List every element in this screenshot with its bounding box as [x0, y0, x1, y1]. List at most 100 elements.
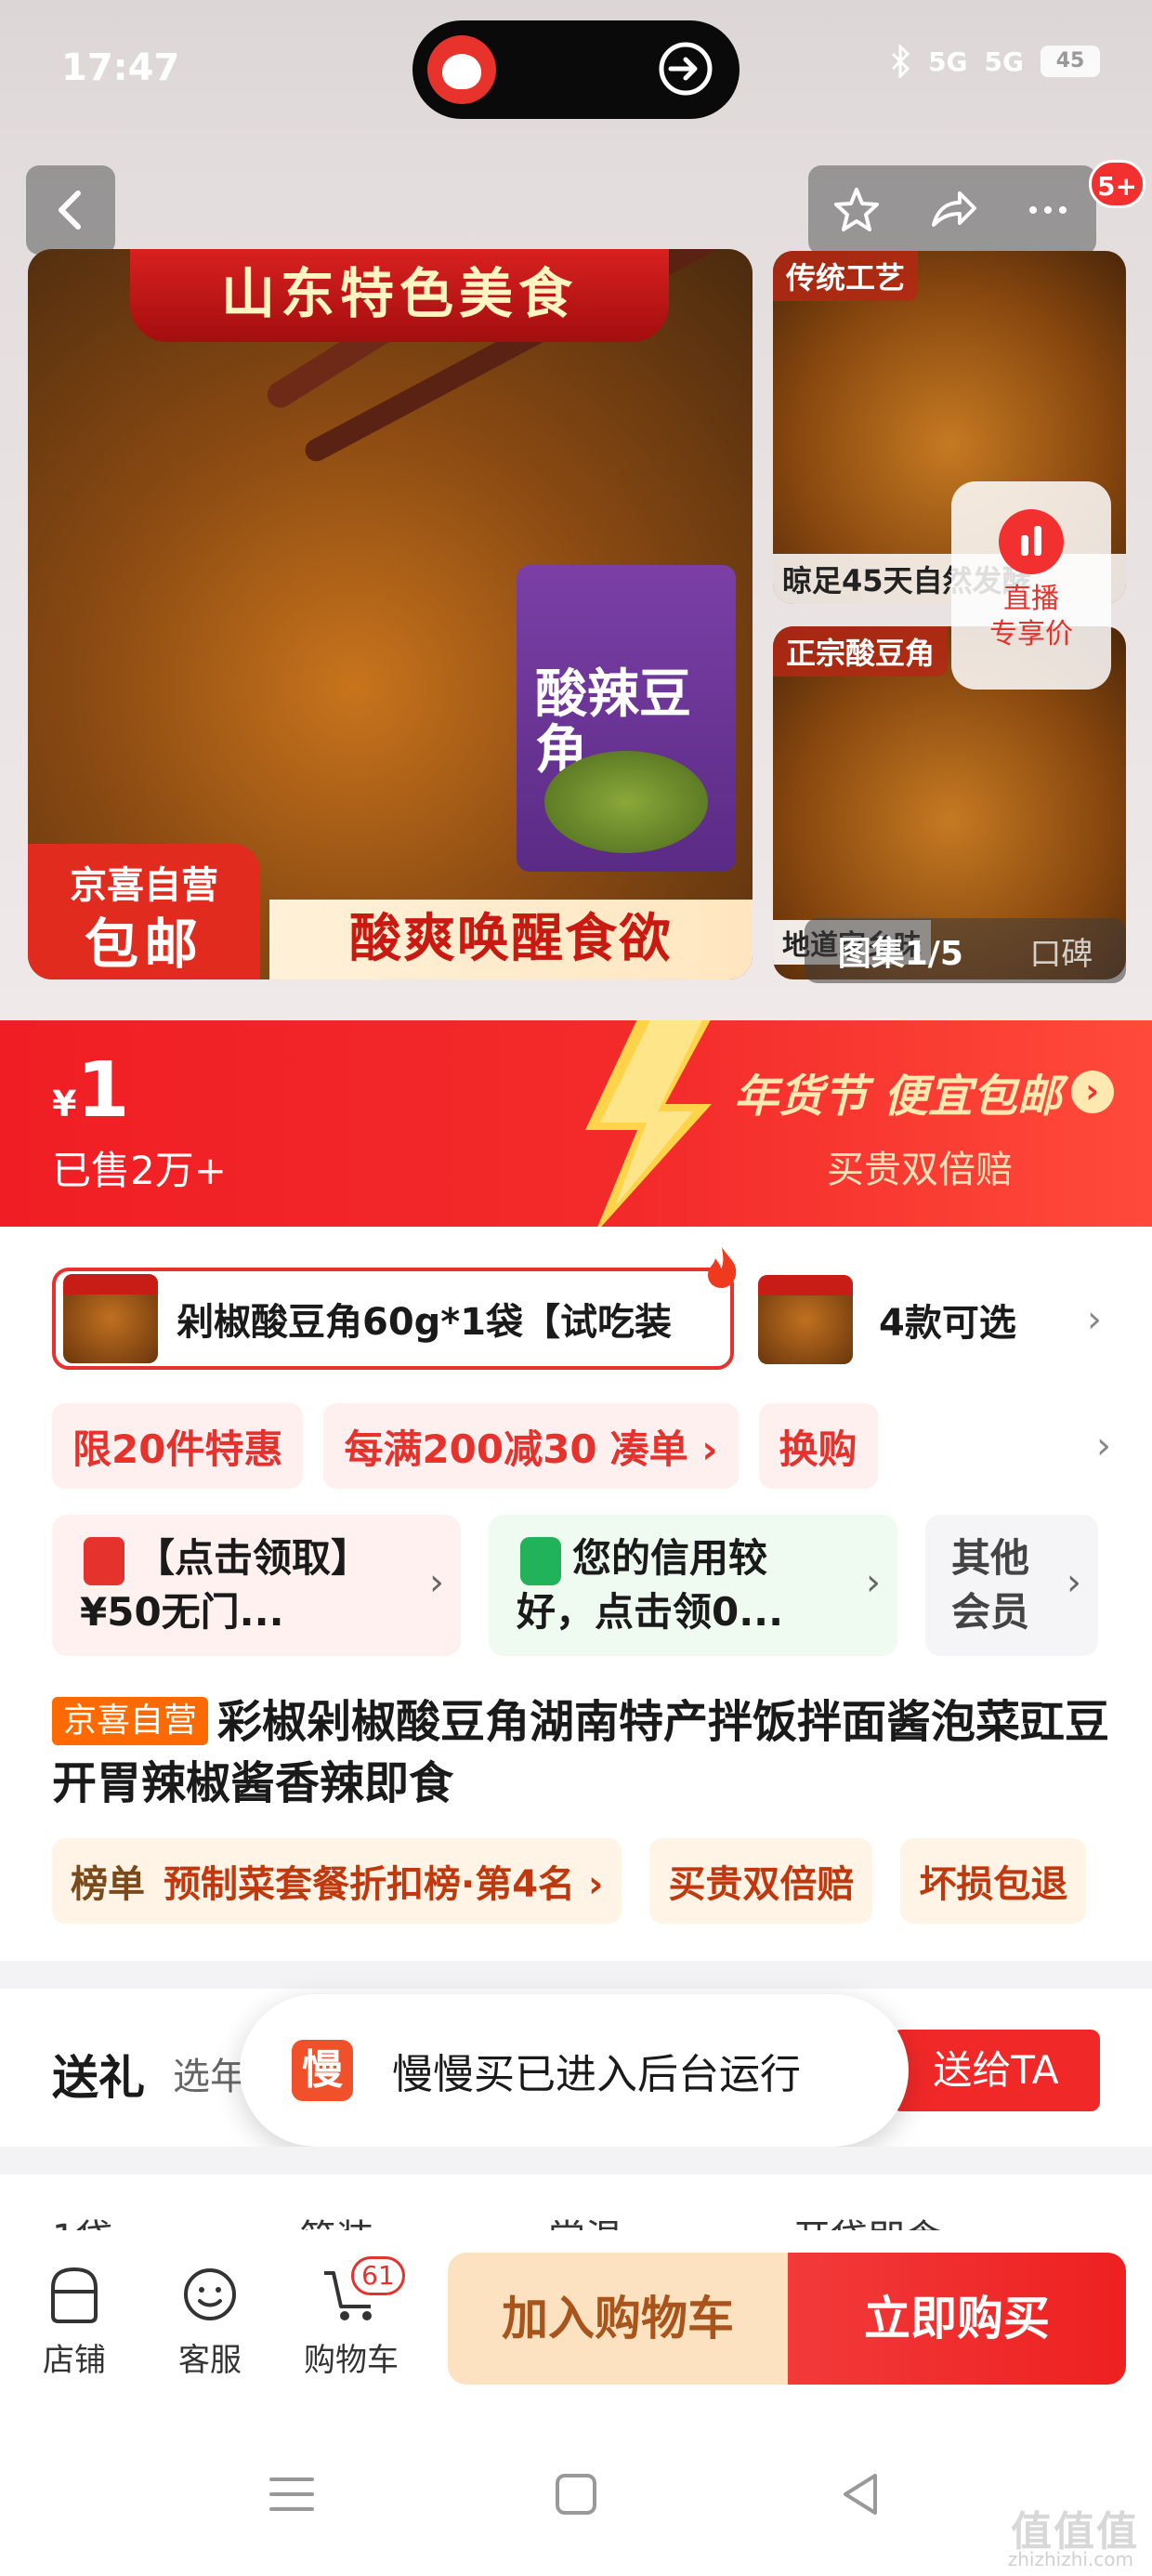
package-photo: [544, 751, 708, 853]
chevron-right-icon: ›: [1067, 1561, 1081, 1604]
chevron-right-icon[interactable]: ›: [1096, 1425, 1111, 1467]
share-icon[interactable]: [926, 184, 978, 236]
self-operated-free-shipping-tag: 京喜自营 包邮: [28, 844, 260, 979]
coupon-card-credit[interactable]: 您的信用较好，点击领0... ›: [489, 1515, 897, 1656]
chip-label: 换购: [779, 1426, 857, 1472]
chevron-right-icon: ›: [429, 1561, 444, 1604]
buy-now-button[interactable]: 立即购买: [788, 2253, 1126, 2385]
service-label: 客服: [178, 2342, 242, 2379]
variant-thumbnail: [63, 1274, 158, 1363]
lightning-bolt-icon: [585, 1020, 712, 1227]
chip-label: 限20件特惠: [72, 1426, 283, 1472]
back-button[interactable]: [26, 165, 115, 255]
gallery-switcher: 图集1/5 口碑: [805, 918, 1126, 983]
shop-label: 店铺: [43, 2342, 106, 2379]
price-value: 1: [76, 1046, 130, 1135]
more-icon[interactable]: [1022, 184, 1074, 236]
shop-icon: [51, 2267, 98, 2323]
top-action-group: [808, 165, 1096, 255]
coupon-text: 您的信用较好，点击领0...: [517, 1535, 784, 1635]
send-gift-button[interactable]: 送给TA: [892, 2030, 1100, 2111]
sold-count: 已售2万+: [52, 1148, 227, 1193]
rank-value: 预制菜套餐折扣榜·第4名 ›: [164, 1863, 604, 1906]
review-tab[interactable]: 口碑: [1029, 928, 1093, 974]
chevron-right-icon: ›: [866, 1561, 881, 1604]
main-image-slogan: 酸爽唤醒食欲: [269, 900, 753, 979]
tag-line-2: 包邮: [84, 913, 203, 976]
selected-variant[interactable]: 剁椒酸豆角60g*1袋【试吃装: [52, 1268, 734, 1370]
live-stream-button[interactable]: 直播 专享价: [951, 481, 1111, 690]
menu-icon[interactable]: [264, 2466, 320, 2522]
home-square-icon[interactable]: [548, 2466, 604, 2522]
jd-mascot-icon: [427, 35, 496, 104]
coupon-text: 【点击领取】¥50无门...: [80, 1535, 371, 1635]
bottom-action-bar: 店铺 客服 61 购物车 加入购物车 立即购买: [0, 2230, 1152, 2412]
customer-service-button[interactable]: 客服: [154, 2262, 266, 2380]
chip-label: 买贵双倍赔: [668, 1863, 855, 1906]
price-bar: ¥1 已售2万+ 年货节 便宜包邮 › 买贵双倍赔: [0, 1020, 1152, 1227]
status-icons: 5G 5G 45: [889, 45, 1100, 78]
dynamic-island[interactable]: [412, 20, 740, 119]
damage-return-chip[interactable]: 坏损包退: [900, 1838, 1087, 1924]
main-product-image[interactable]: 山东特色美食 酸辣豆角 京喜自营 包邮 酸爽唤醒食欲: [28, 249, 753, 979]
rank-row: 榜单 预制菜套餐折扣榜·第4名 › 买贵双倍赔 坏损包退: [52, 1838, 1152, 1924]
section-divider: [0, 1961, 1152, 1989]
thumbnail-label: 传统工艺: [773, 251, 919, 301]
promotion-row: 限20件特惠 每满200减30 凑单 › 换购 ›: [52, 1403, 1111, 1489]
variant-thumbnail: [758, 1275, 853, 1364]
self-operated-tag: 京喜自营: [52, 1697, 209, 1745]
message-badge: 5+: [1089, 160, 1145, 208]
ranking-chip[interactable]: 榜单 预制菜套餐折扣榜·第4名 ›: [52, 1838, 622, 1924]
cart-count-badge: 61: [351, 2256, 405, 2295]
signal-2: 5G: [984, 46, 1024, 77]
gather-order-link[interactable]: 凑单 ›: [610, 1418, 718, 1475]
star-icon[interactable]: [831, 184, 883, 236]
gift-title: 送礼: [52, 2051, 145, 2105]
live-price-label: 专享价: [989, 618, 1073, 651]
signal-1: 5G: [928, 46, 968, 77]
rank-key: 榜单: [71, 1863, 145, 1906]
system-navigation-bar: 值值值 zhizhizhi.com: [0, 2412, 1152, 2576]
album-counter[interactable]: 图集1/5: [838, 927, 963, 975]
toast-message: 慢慢买已进入后台运行: [392, 2051, 801, 2098]
thumbnail-label: 正宗酸豆角: [773, 626, 949, 677]
shop-button[interactable]: 店铺: [19, 2262, 130, 2380]
login-arrow-icon: [659, 42, 713, 96]
watermark-url: zhizhizhi.com: [1007, 2548, 1133, 2570]
gift-subtitle: 选年: [173, 2056, 247, 2098]
chevron-right-icon: ›: [1070, 1071, 1114, 1113]
chat-smile-icon: [184, 2268, 236, 2320]
live-bars-icon: [999, 509, 1064, 574]
product-title: 京喜自营 彩椒剁椒酸豆角湖南特产拌饭拌面酱泡菜豇豆开胃辣椒酱香辣即食: [52, 1691, 1111, 1814]
chip-label: 坏损包退: [919, 1863, 1068, 1906]
coupon-text: 其他会员: [951, 1535, 1030, 1635]
festival-promo-link[interactable]: 年货节 便宜包邮 ›: [734, 1059, 1114, 1124]
currency-symbol: ¥: [52, 1084, 77, 1124]
section-divider: [0, 2147, 1152, 2175]
manmanmai-app-icon: 慢: [292, 2040, 353, 2101]
status-time: 17:47: [61, 46, 180, 89]
background-run-toast: 慢 慢慢买已进入后台运行: [240, 1994, 909, 2147]
coupon-row: 【点击领取】¥50无门... › 您的信用较好，点击领0... › 其他会员 ›: [52, 1515, 1111, 1656]
product-gallery: 5+ 山东特色美食 酸辣豆角 京喜自营 包邮 酸爽唤醒食欲 传统工艺 晾足45天…: [0, 139, 1152, 1020]
live-label: 直播: [1003, 583, 1059, 615]
discount-promo-chip[interactable]: 每满200减30 凑单 ›: [323, 1403, 739, 1489]
flame-icon: [708, 1247, 737, 1288]
tag-line-1: 京喜自营: [70, 864, 218, 907]
cart-button[interactable]: 61 购物车: [295, 2256, 407, 2380]
chevron-right-icon: ›: [1087, 1298, 1102, 1341]
guarantee-chip[interactable]: 买贵双倍赔: [649, 1838, 873, 1924]
status-bar: 17:47 5G 5G 45: [0, 0, 1152, 139]
coupon-card-member[interactable]: 其他会员 ›: [925, 1515, 1098, 1656]
main-image-banner: 山东特色美食: [130, 249, 669, 342]
add-to-cart-button[interactable]: 加入购物车: [448, 2253, 788, 2385]
exchange-promo-chip[interactable]: 换购: [758, 1403, 878, 1489]
limit-promo-chip[interactable]: 限20件特惠: [52, 1403, 304, 1489]
bluetooth-icon: [892, 45, 910, 78]
variant-count: 4款可选: [879, 1302, 1016, 1345]
coupon-card-voucher[interactable]: 【点击领取】¥50无门... ›: [52, 1515, 461, 1656]
variant-selector: 剁椒酸豆角60g*1袋【试吃装 4款可选 ›: [52, 1247, 1111, 1370]
back-triangle-icon[interactable]: [832, 2466, 888, 2522]
cart-label: 购物车: [304, 2342, 399, 2379]
more-variants-button[interactable]: 4款可选 ›: [758, 1275, 1111, 1364]
